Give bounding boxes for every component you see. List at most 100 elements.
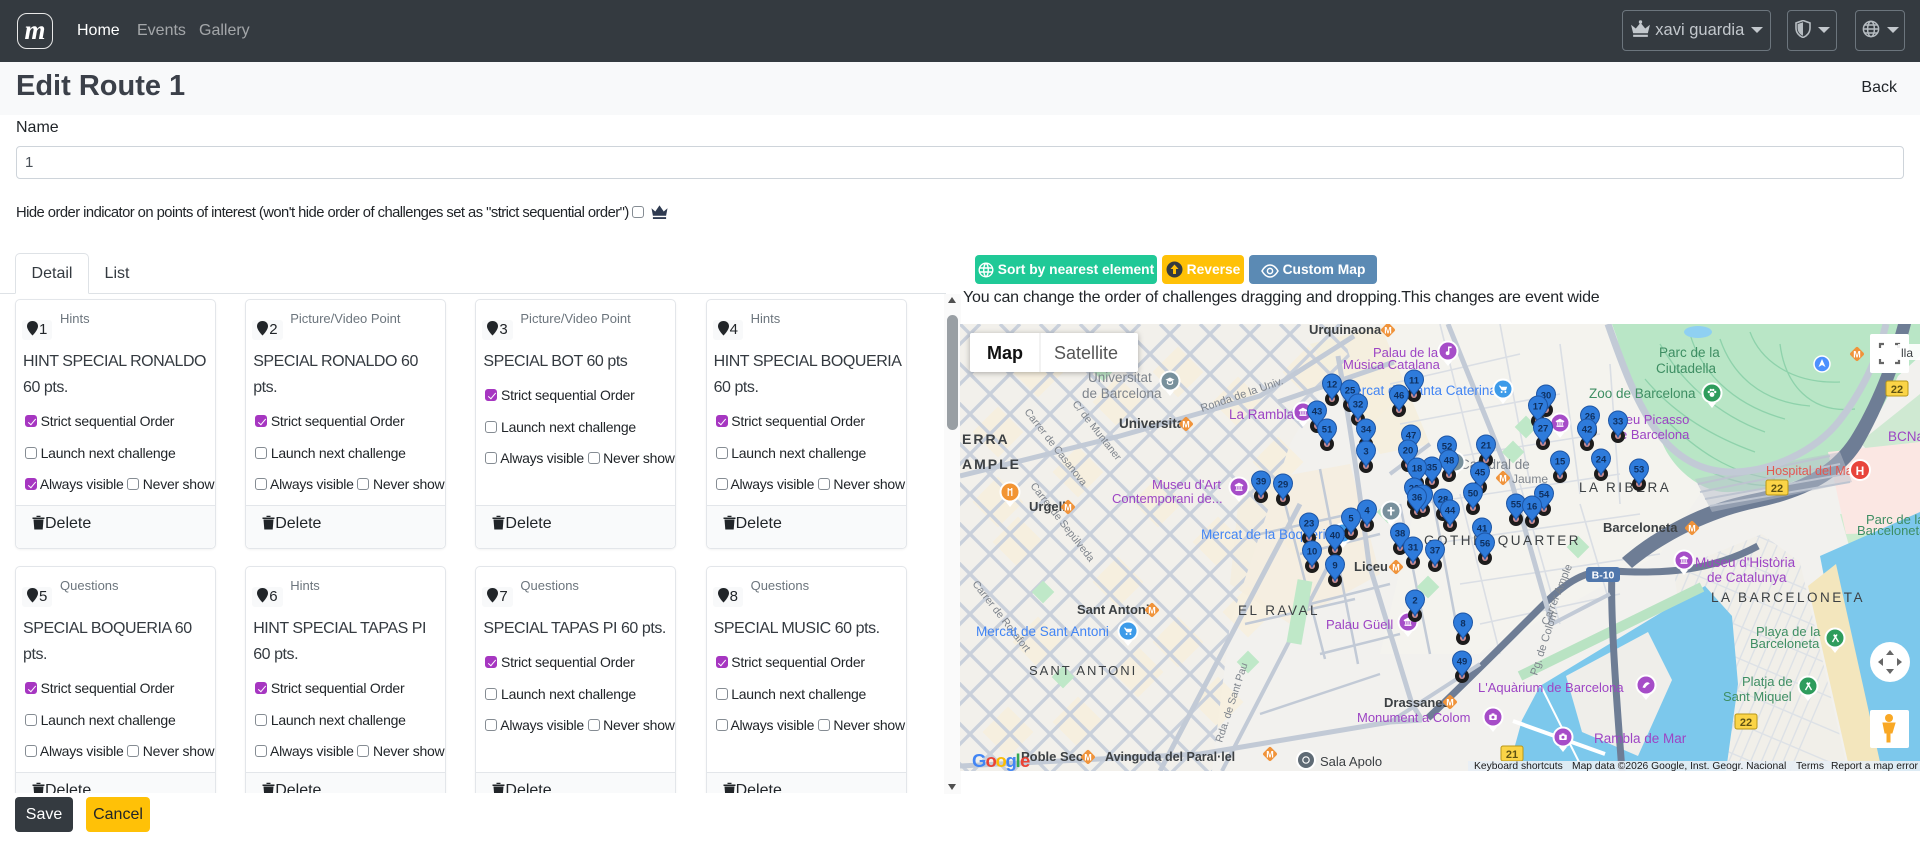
svg-text:lla: lla (1901, 346, 1913, 360)
svg-text:H: H (1856, 464, 1865, 478)
svg-text:Rambla de Mar: Rambla de Mar (1594, 731, 1687, 746)
svg-text:Monument a Colom: Monument a Colom (1357, 710, 1470, 725)
svg-text:4: 4 (1364, 506, 1370, 517)
svg-text:53: 53 (1634, 465, 1645, 476)
svg-text:48: 48 (1444, 456, 1455, 467)
svg-text:BCNa: BCNa (1888, 429, 1920, 444)
svg-text:45: 45 (1475, 468, 1486, 479)
svg-text:22: 22 (1891, 384, 1903, 396)
svg-text:8: 8 (1460, 619, 1465, 630)
svg-text:M: M (1084, 753, 1092, 763)
svg-text:G: G (972, 750, 986, 771)
svg-text:Barceloneta: Barceloneta (1603, 520, 1678, 535)
svg-text:Museu d'Història: Museu d'Història (1695, 555, 1796, 570)
svg-text:54: 54 (1539, 490, 1550, 501)
svg-text:27: 27 (1538, 424, 1549, 435)
svg-text:44: 44 (1445, 506, 1456, 517)
svg-text:37: 37 (1430, 546, 1441, 557)
svg-text:Zoo de Barcelona: Zoo de Barcelona (1589, 386, 1696, 401)
svg-text:32: 32 (1353, 400, 1364, 411)
svg-text:40: 40 (1330, 531, 1341, 542)
svg-text:de Barcelona: de Barcelona (1082, 386, 1162, 401)
svg-text:Ciutadella: Ciutadella (1656, 361, 1717, 376)
svg-text:21: 21 (1481, 441, 1492, 452)
svg-text:34: 34 (1361, 425, 1372, 436)
svg-text:Hospital del Mar: Hospital del Mar (1766, 464, 1857, 478)
svg-text:49: 49 (1457, 657, 1468, 668)
svg-text:18: 18 (1412, 464, 1423, 475)
svg-text:Museu d'Art: Museu d'Art (1152, 477, 1221, 492)
svg-text:Keyboard shortcuts: Keyboard shortcuts (1474, 761, 1563, 771)
svg-text:51: 51 (1322, 425, 1333, 436)
svg-text:21: 21 (1506, 749, 1518, 761)
svg-text:EL RAVAL: EL RAVAL (1238, 603, 1320, 618)
svg-text:M: M (1688, 524, 1696, 534)
svg-text:22: 22 (1771, 483, 1783, 495)
svg-text:Map data ©2026 Google, Inst. G: Map data ©2026 Google, Inst. Geogr. Naci… (1572, 761, 1786, 771)
svg-text:Música Catalana: Música Catalana (1343, 357, 1441, 372)
svg-text:Urquinaona: Urquinaona (1309, 324, 1382, 337)
svg-text:Universitat: Universitat (1088, 370, 1152, 385)
svg-text:55: 55 (1511, 500, 1522, 511)
svg-text:56: 56 (1480, 539, 1491, 550)
svg-text:11: 11 (1409, 376, 1420, 387)
svg-text:Satellite: Satellite (1054, 343, 1118, 363)
svg-text:e Barcelona: e Barcelona (1620, 427, 1690, 442)
svg-text:5: 5 (1348, 514, 1354, 525)
svg-text:LA RIBERA: LA RIBERA (1579, 480, 1671, 495)
svg-text:Sala Apolo: Sala Apolo (1320, 754, 1382, 769)
svg-text:SANT ANTONI: SANT ANTONI (1029, 663, 1137, 678)
svg-text:Avinguda del Paral·lel: Avinguda del Paral·lel (1105, 750, 1235, 764)
svg-text:Parc de la: Parc de la (1659, 345, 1720, 360)
svg-text:15: 15 (1555, 457, 1566, 468)
svg-text:Universitat: Universitat (1119, 416, 1189, 431)
svg-text:L'Aquàrium de Barcelona: L'Aquàrium de Barcelona (1478, 680, 1624, 695)
svg-text:LA BARCELONETA: LA BARCELONETA (1711, 590, 1865, 605)
svg-text:12: 12 (1327, 380, 1338, 391)
svg-text:Urgell: Urgell (1029, 499, 1066, 514)
svg-text:Drassanes: Drassanes (1384, 695, 1450, 710)
svg-text:M: M (1446, 698, 1454, 708)
svg-text:9: 9 (1332, 561, 1337, 572)
svg-text:GOTHIC QUARTER: GOTHIC QUARTER (1424, 533, 1581, 548)
svg-text:ERRA: ERRA (962, 431, 1010, 447)
svg-text:Poble Sec: Poble Sec (1021, 749, 1083, 764)
svg-text:17: 17 (1533, 402, 1544, 413)
svg-text:AMPLE: AMPLE (962, 456, 1021, 472)
svg-text:Sant Miquel: Sant Miquel (1723, 689, 1792, 704)
svg-text:23: 23 (1304, 519, 1315, 530)
svg-text:3: 3 (1363, 447, 1368, 458)
svg-text:2: 2 (1412, 596, 1417, 607)
svg-text:22: 22 (1740, 717, 1752, 729)
svg-text:M: M (1266, 750, 1274, 760)
svg-text:M: M (1384, 326, 1392, 336)
svg-text:29: 29 (1278, 480, 1289, 491)
svg-text:24: 24 (1596, 455, 1607, 466)
svg-text:La Rambla: La Rambla (1229, 407, 1295, 422)
svg-text:Report a map error: Report a map error (1831, 761, 1919, 771)
svg-text:36: 36 (1412, 493, 1423, 504)
svg-text:Barceloneta: Barceloneta (1750, 636, 1820, 651)
svg-text:M: M (1064, 503, 1072, 513)
svg-text:16: 16 (1527, 502, 1538, 513)
svg-text:B-10: B-10 (1592, 570, 1615, 582)
svg-text:Contemporani de...: Contemporani de... (1112, 491, 1223, 506)
svg-text:43: 43 (1312, 407, 1323, 418)
svg-text:Palau Güell: Palau Güell (1326, 617, 1393, 632)
svg-text:46: 46 (1394, 391, 1405, 402)
svg-text:de Catalunya: de Catalunya (1707, 570, 1787, 585)
svg-text:Barceloneta: Barceloneta (1857, 523, 1920, 538)
svg-text:Map: Map (987, 343, 1023, 363)
svg-text:M: M (1853, 350, 1861, 360)
svg-text:M: M (1182, 420, 1190, 430)
svg-text:42: 42 (1582, 425, 1593, 436)
svg-text:Mercat de Sant Antoni: Mercat de Sant Antoni (976, 624, 1109, 639)
svg-text:20: 20 (1403, 446, 1414, 457)
svg-text:31: 31 (1408, 543, 1419, 554)
svg-text:Platja de: Platja de (1742, 674, 1793, 689)
svg-text:e: e (1020, 750, 1030, 771)
svg-text:M: M (1499, 474, 1507, 484)
svg-text:Sant Antoni: Sant Antoni (1077, 602, 1149, 617)
svg-text:Terms: Terms (1796, 761, 1824, 771)
svg-text:33: 33 (1613, 417, 1624, 428)
